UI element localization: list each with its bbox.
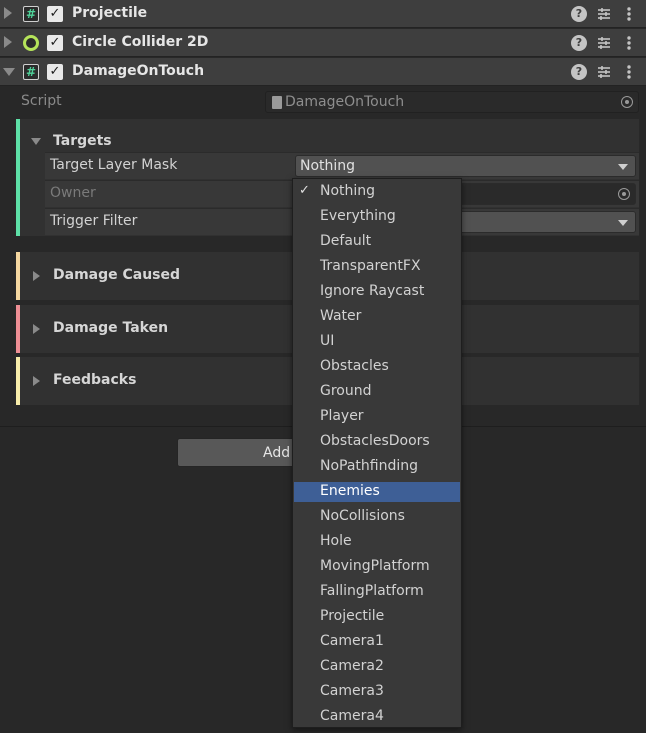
- target-layer-mask-row: Target Layer Mask Nothing: [45, 152, 639, 179]
- layer-option-camera4[interactable]: Camera4: [294, 707, 460, 727]
- enabled-checkbox[interactable]: ✓: [47, 35, 63, 51]
- layer-option-projectile[interactable]: Projectile: [294, 607, 460, 627]
- layer-option-label: Default: [320, 233, 372, 249]
- script-hash-icon: #: [23, 6, 39, 22]
- owner-label: Owner: [50, 185, 96, 201]
- layer-option-camera2[interactable]: Camera2: [294, 657, 460, 677]
- foldout-collapsed-icon[interactable]: [4, 36, 12, 48]
- trigger-filter-label: Trigger Filter: [50, 213, 138, 229]
- layer-option-label: TransparentFX: [320, 258, 421, 274]
- layer-option-obstaclesdoors[interactable]: ObstaclesDoors: [294, 432, 460, 452]
- section-color-bar: [16, 357, 20, 405]
- presets-icon[interactable]: [596, 6, 612, 22]
- dropdown-value: Nothing: [300, 158, 356, 174]
- layer-mask-dropdown-menu[interactable]: ✓ Nothing Everything Default TransparentFX Ig…: [292, 178, 462, 728]
- component-title: Projectile: [72, 5, 148, 21]
- help-icon[interactable]: ?: [571, 6, 587, 22]
- layer-option-fallingplatform[interactable]: FallingPlatform: [294, 582, 460, 602]
- foldout-collapsed-icon[interactable]: [4, 7, 12, 19]
- layer-option-label: Ground: [320, 383, 372, 399]
- component-title: Circle Collider 2D: [72, 34, 209, 50]
- layer-option-camera1[interactable]: Camera1: [294, 632, 460, 652]
- script-label: Script: [21, 93, 62, 109]
- layer-option-obstacles[interactable]: Obstacles: [294, 357, 460, 377]
- section-color-bar: [16, 119, 20, 236]
- kebab-menu-icon[interactable]: [621, 35, 637, 51]
- layer-option-nocollisions[interactable]: NoCollisions: [294, 507, 460, 527]
- target-layer-mask-dropdown[interactable]: Nothing: [295, 155, 636, 177]
- section-color-bar: [16, 305, 20, 353]
- layer-option-label: UI: [320, 333, 335, 349]
- layer-option-nopathfinding[interactable]: NoPathfinding: [294, 457, 460, 477]
- component-header-damage-on-touch[interactable]: # ✓ DamageOnTouch ?: [0, 58, 646, 86]
- layer-option-ground[interactable]: Ground: [294, 382, 460, 402]
- component-title: DamageOnTouch: [72, 63, 205, 79]
- help-icon[interactable]: ?: [571, 64, 587, 80]
- layer-option-ui[interactable]: UI: [294, 332, 460, 352]
- presets-icon[interactable]: [596, 64, 612, 80]
- layer-option-hole[interactable]: Hole: [294, 532, 460, 552]
- script-hash-icon: #: [23, 64, 39, 80]
- add-component-label: Add: [263, 445, 291, 461]
- dropdown-arrow-icon: [618, 164, 628, 170]
- layer-option-label: Ignore Raycast: [320, 283, 425, 299]
- section-title[interactable]: Damage Caused: [53, 267, 180, 283]
- layer-option-label: FallingPlatform: [320, 583, 424, 599]
- dropdown-arrow-icon: [618, 220, 628, 226]
- enabled-checkbox[interactable]: ✓: [47, 64, 63, 80]
- script-file-icon: [272, 96, 282, 109]
- layer-option-label: NoCollisions: [320, 508, 405, 524]
- section-title[interactable]: Damage Taken: [53, 320, 168, 336]
- layer-option-label: Camera2: [320, 658, 384, 674]
- help-icon[interactable]: ?: [571, 35, 587, 51]
- checkmark-icon: ✓: [299, 183, 310, 198]
- layer-option-player[interactable]: Player: [294, 407, 460, 427]
- section-color-bar: [16, 252, 20, 300]
- target-layer-mask-label: Target Layer Mask: [50, 157, 178, 173]
- foldout-collapsed-icon[interactable]: [33, 271, 40, 281]
- layer-option-label: Projectile: [320, 608, 385, 624]
- layer-option-ignore-raycast[interactable]: Ignore Raycast: [294, 282, 460, 302]
- section-title[interactable]: Targets: [53, 133, 112, 149]
- kebab-menu-icon[interactable]: [621, 6, 637, 22]
- component-header-circle-collider-2d[interactable]: ✓ Circle Collider 2D ?: [0, 29, 646, 57]
- layer-option-label: NoPathfinding: [320, 458, 419, 474]
- layer-option-label: Everything: [320, 208, 396, 224]
- circle-collider-icon: [23, 35, 39, 51]
- layer-option-label: Camera3: [320, 683, 384, 699]
- script-object-field[interactable]: DamageOnTouch: [265, 91, 639, 113]
- layer-option-label: Obstacles: [320, 358, 389, 374]
- foldout-collapsed-icon[interactable]: [33, 376, 40, 386]
- layer-option-nothing[interactable]: ✓ Nothing: [294, 182, 460, 202]
- component-header-projectile[interactable]: # ✓ Projectile ?: [0, 0, 646, 28]
- script-field-value: DamageOnTouch: [285, 94, 405, 110]
- layer-option-camera3[interactable]: Camera3: [294, 682, 460, 702]
- object-picker-icon[interactable]: [618, 188, 630, 200]
- layer-option-label: MovingPlatform: [320, 558, 430, 574]
- layer-option-everything[interactable]: Everything: [294, 207, 460, 227]
- enabled-checkbox[interactable]: ✓: [47, 6, 63, 22]
- foldout-expanded-icon[interactable]: [3, 68, 15, 76]
- layer-option-water[interactable]: Water: [294, 307, 460, 327]
- layer-option-default[interactable]: Default: [294, 232, 460, 252]
- section-title[interactable]: Feedbacks: [53, 372, 136, 388]
- layer-option-label: Camera1: [320, 633, 384, 649]
- layer-option-label: Player: [320, 408, 364, 424]
- kebab-menu-icon[interactable]: [621, 64, 637, 80]
- layer-option-label: Camera4: [320, 708, 384, 724]
- foldout-collapsed-icon[interactable]: [33, 324, 40, 334]
- layer-option-label: Hole: [320, 533, 352, 549]
- layer-option-label: Nothing: [320, 183, 376, 199]
- layer-option-transparentfx[interactable]: TransparentFX: [294, 257, 460, 277]
- presets-icon[interactable]: [596, 35, 612, 51]
- layer-option-label: Enemies: [320, 483, 380, 499]
- layer-option-label: Water: [320, 308, 362, 324]
- foldout-expanded-icon[interactable]: [31, 138, 41, 145]
- layer-option-movingplatform[interactable]: MovingPlatform: [294, 557, 460, 577]
- object-picker-icon[interactable]: [621, 96, 633, 108]
- layer-option-label: ObstaclesDoors: [320, 433, 430, 449]
- layer-option-enemies[interactable]: Enemies: [294, 482, 460, 502]
